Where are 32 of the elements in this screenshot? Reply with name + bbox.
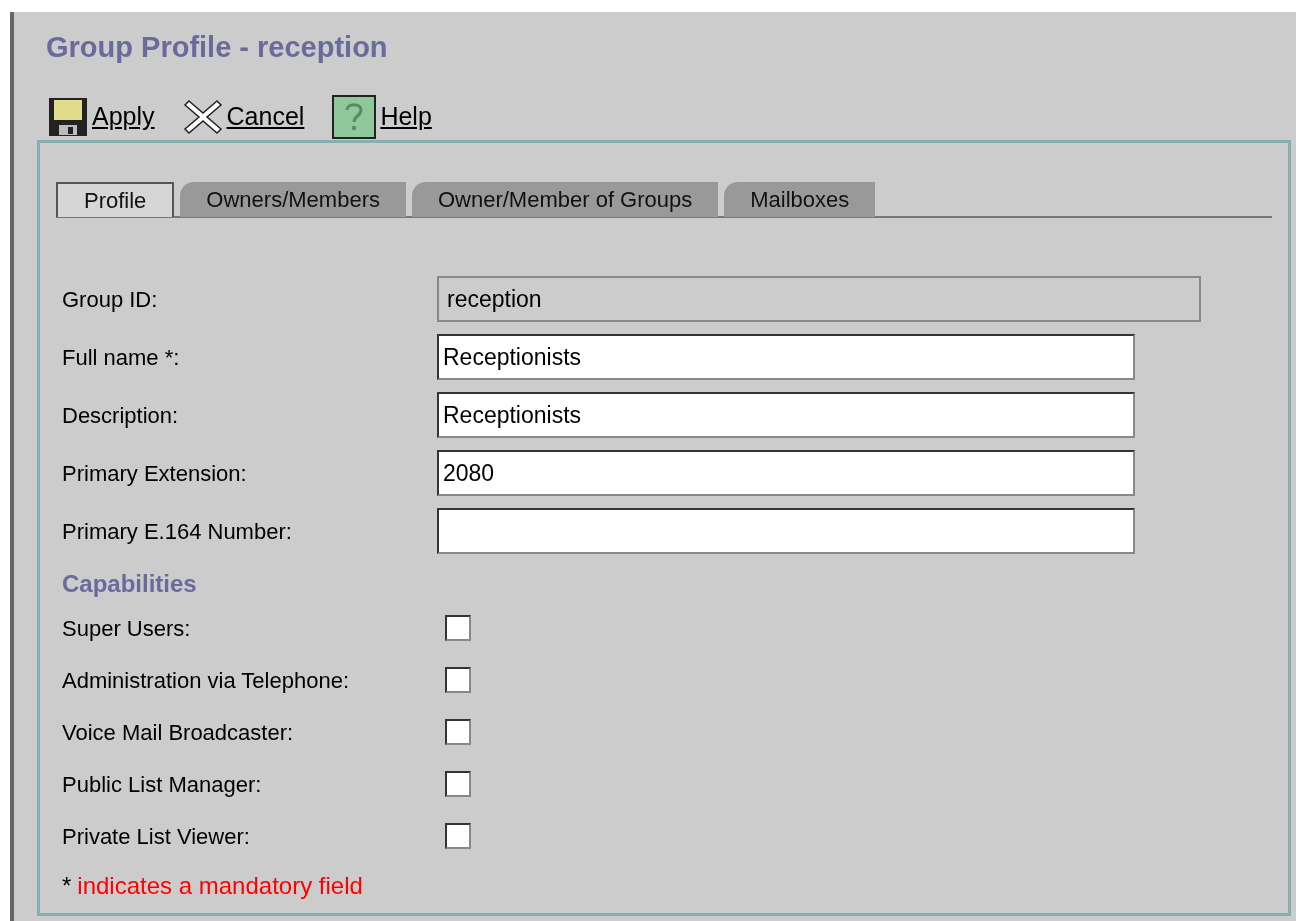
tab[interactable]: Profile [56,182,175,217]
asterisk: * [62,871,72,901]
checkbox-label: Administration via Telephone: [62,666,350,695]
page-title: Group Profile - reception [45,30,389,65]
mandatory-note: indicates a mandatory field [77,871,363,901]
checkbox[interactable] [445,771,471,797]
text-field[interactable]: Receptionists [437,334,1135,380]
question-mark-icon [332,95,377,139]
field-label: Description: [62,401,180,430]
checkbox-label: Private List Viewer: [62,822,251,851]
checkbox-label: Super Users: [62,614,192,643]
tab[interactable]: Owners/Members [180,182,406,217]
checkbox[interactable] [445,823,471,849]
text-field[interactable] [437,508,1135,554]
checkbox-label: Voice Mail Broadcaster: [62,718,295,747]
checkbox-label: Public List Manager: [62,770,263,799]
text-field[interactable]: Receptionists [437,392,1135,438]
text-field[interactable]: 2080 [437,450,1135,496]
tab[interactable]: Mailboxes [724,182,876,217]
save-button[interactable]: Apply [48,97,155,137]
x-icon [182,97,223,137]
field-label: Group ID: [62,285,159,314]
checkbox[interactable] [445,615,471,641]
checkbox[interactable] [445,667,471,693]
field-label: Primary Extension: [62,459,248,488]
field-label: Full name *: [62,343,181,372]
help-button[interactable]: Help [332,95,432,139]
checkbox[interactable] [445,719,471,745]
tab[interactable]: Owner/Member of Groups [411,182,719,217]
section-heading: Capabilities [62,569,198,599]
cancel-button[interactable]: Cancel [182,97,305,137]
field-label: Primary E.164 Number: [62,517,293,546]
